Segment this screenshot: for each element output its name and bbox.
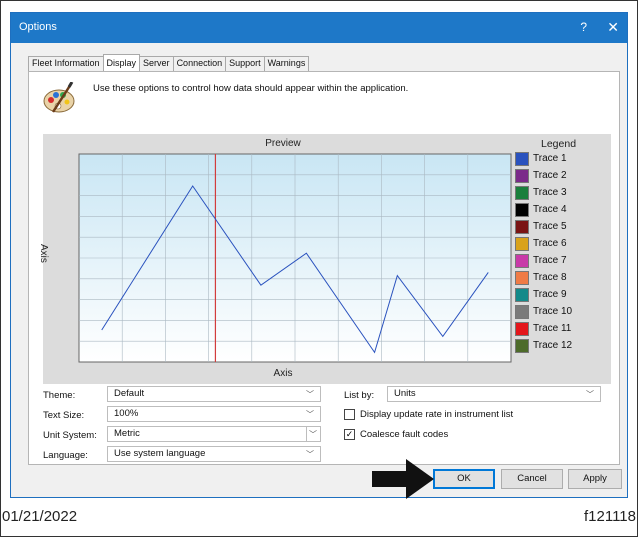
language-label: Language: [43, 450, 88, 461]
list-by-select[interactable]: Units ﹀ [387, 386, 601, 402]
language-select[interactable]: Use system language ﹀ [107, 446, 321, 462]
legend-swatch [515, 169, 529, 183]
text-size-label: Text Size: [43, 410, 85, 421]
cancel-button[interactable]: Cancel [501, 469, 563, 489]
chart-title: Preview [265, 138, 301, 149]
text-size-select[interactable]: 100% ﹀ [107, 406, 321, 422]
legend-swatch [515, 271, 529, 285]
options-dialog: Options ? ✕ Fleet Information Display Se… [10, 12, 628, 498]
legend-label: Trace 9 [533, 289, 567, 300]
tab-warnings[interactable]: Warnings [263, 56, 310, 71]
theme-select[interactable]: Default ﹀ [107, 386, 321, 402]
text-size-value: 100% [114, 408, 139, 419]
footer-date: 01/21/2022 [2, 508, 78, 525]
theme-value: Default [114, 388, 145, 399]
legend-swatch [515, 220, 529, 234]
unit-system-label: Unit System: [43, 430, 97, 441]
language-value: Use system language [114, 448, 206, 459]
legend-swatch [515, 186, 529, 200]
legend-label: Trace 11 [533, 323, 572, 334]
list-by-label: List by: [344, 390, 375, 401]
legend-label: Trace 6 [533, 238, 567, 249]
help-icon[interactable]: ? [580, 20, 587, 34]
ok-button[interactable]: OK [433, 469, 495, 489]
legend-title: Legend [541, 138, 577, 150]
coalesce-fault-codes-label: Coalesce fault codes [360, 429, 449, 440]
legend-label: Trace 4 [533, 204, 567, 215]
chevron-down-icon: ﹀ [306, 390, 314, 399]
unit-system-select[interactable]: Metric ﹀ [107, 426, 321, 442]
legend-swatch [515, 203, 529, 217]
title-bar[interactable]: Options ? ✕ [11, 13, 627, 43]
tab-fleet-information[interactable]: Fleet Information [28, 56, 104, 71]
legend-swatch [515, 305, 529, 319]
legend-label: Trace 7 [533, 255, 567, 266]
theme-label: Theme: [43, 390, 76, 401]
apply-button[interactable]: Apply [568, 469, 622, 489]
preview-chart: Preview Axis Axis Legend Trace 1 Trace 2 T… [38, 134, 611, 384]
coalesce-fault-codes-checkbox[interactable]: ✓ [344, 429, 355, 440]
unit-system-value: Metric [114, 428, 140, 439]
legend-label: Trace 1 [533, 153, 567, 164]
tab-support[interactable]: Support [225, 56, 265, 71]
display-update-rate-checkbox[interactable] [344, 409, 355, 420]
tab-server[interactable]: Server [139, 56, 174, 71]
callout-arrow-icon [372, 459, 434, 499]
list-by-value: Units [394, 388, 416, 399]
legend-label: Trace 10 [533, 306, 573, 317]
footer-figure-id: f121118 [584, 508, 636, 525]
display-tab-panel: Use these options to control how data sh… [28, 71, 620, 465]
legend-label: Trace 5 [533, 221, 567, 232]
tab-connection[interactable]: Connection [172, 56, 227, 71]
x-axis-label: Axis [273, 368, 293, 379]
legend-label: Trace 3 [533, 187, 567, 198]
legend-swatch [515, 339, 529, 353]
chevron-down-icon: ﹀ [306, 450, 314, 459]
legend-swatch [515, 254, 529, 268]
close-icon[interactable]: ✕ [607, 19, 619, 36]
chevron-down-icon: ﹀ [306, 410, 314, 419]
chevron-down-icon: ﹀ [309, 430, 317, 439]
palette-icon [43, 82, 75, 113]
legend-swatch [515, 237, 529, 251]
checkmark-icon: ✓ [345, 429, 354, 439]
legend-swatch [515, 288, 529, 302]
tab-display[interactable]: Display [102, 54, 141, 71]
legend-label: Trace 12 [533, 340, 573, 351]
tab-strip: Fleet Information Display Server Connect… [28, 54, 310, 71]
y-axis-label: Axis [38, 244, 49, 263]
description-text: Use these options to control how data sh… [93, 83, 409, 94]
legend-swatch [515, 152, 529, 166]
chevron-down-icon: ﹀ [586, 390, 594, 399]
legend-swatch [515, 322, 529, 336]
legend-label: Trace 8 [533, 272, 567, 283]
legend-label: Trace 2 [533, 170, 567, 181]
window-title: Options [19, 21, 57, 33]
display-update-rate-label: Display update rate in instrument list [360, 409, 514, 420]
